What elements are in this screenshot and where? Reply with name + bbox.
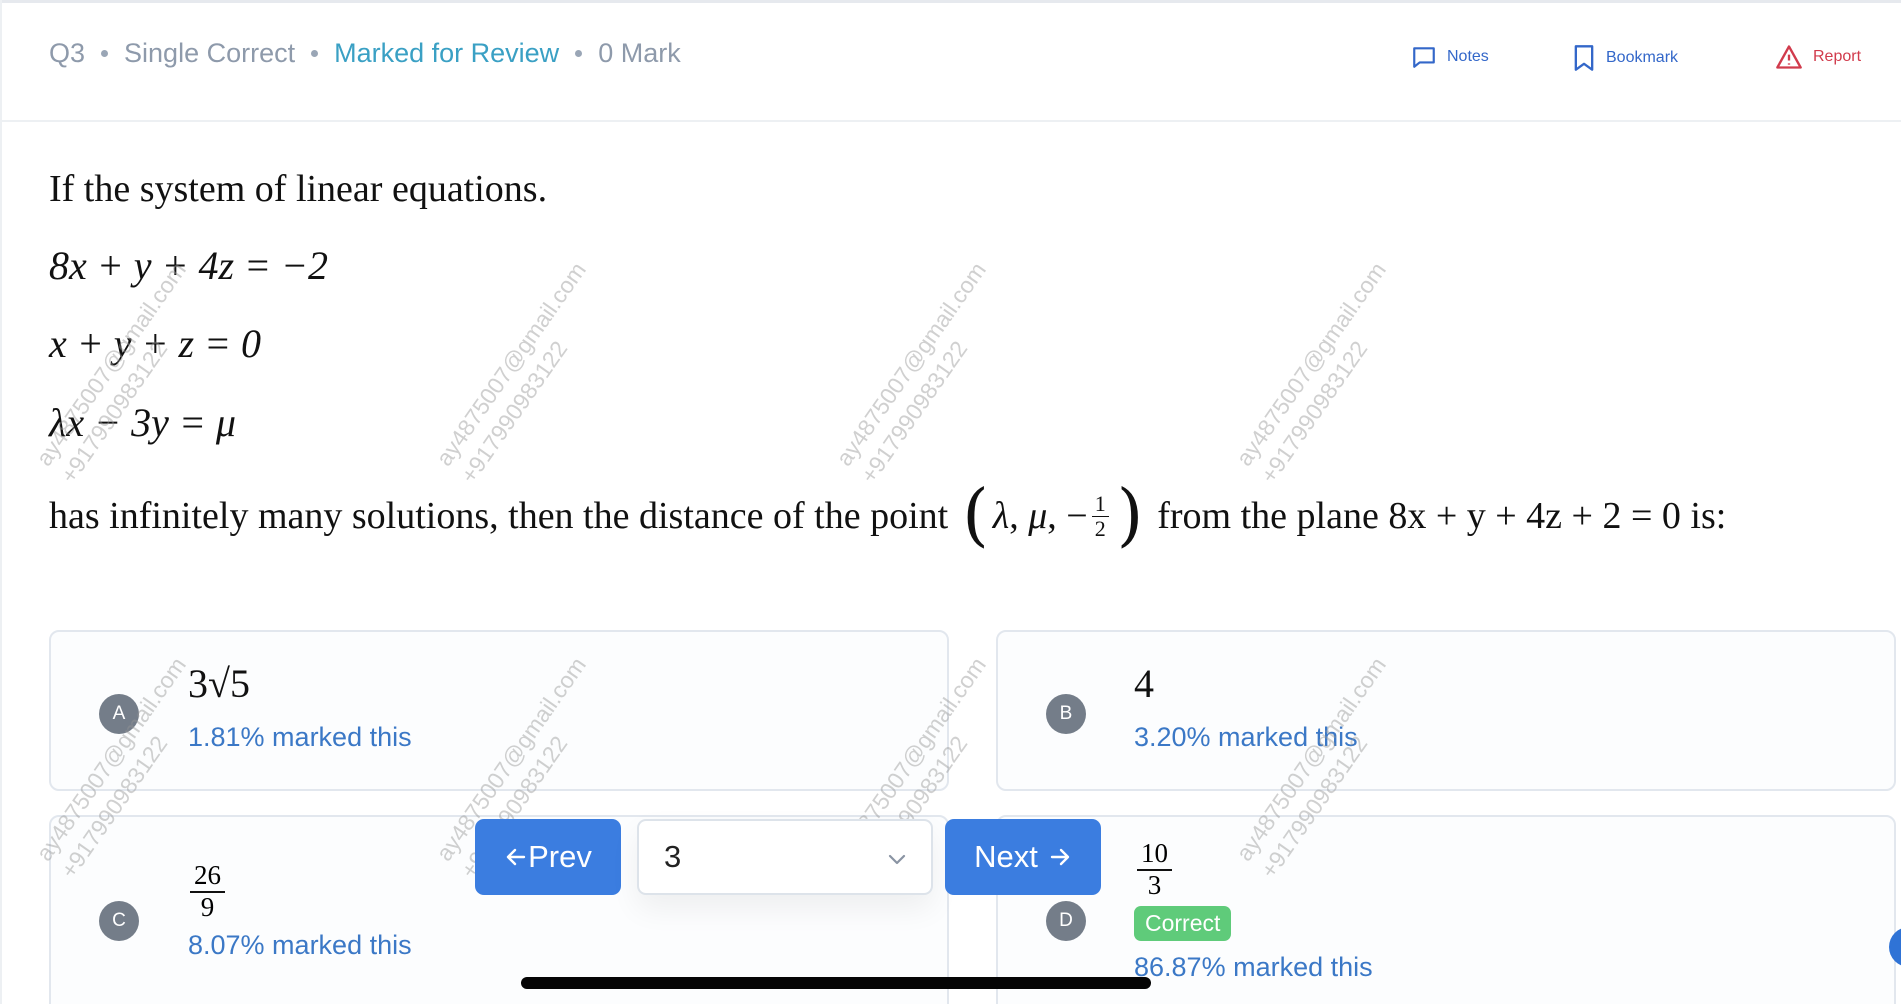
review-status: Marked for Review: [334, 38, 560, 68]
point-mu: μ: [1028, 495, 1048, 537]
option-b-value: 4: [1134, 661, 1154, 706]
question-header: Q3 Single Correct Marked for Review 0 Ma…: [0, 0, 1901, 122]
option-a-badge: A: [99, 694, 139, 734]
option-a-value: 3√5: [188, 661, 250, 706]
separator-dot: [575, 50, 583, 57]
question-type: Single Correct: [124, 38, 296, 68]
option-d-value: 10 3: [1137, 838, 1172, 900]
option-a-card[interactable]: A 3√5 1.81% marked this: [49, 630, 949, 791]
option-c-stat: 8.07% marked this: [188, 930, 412, 960]
separator-dot: [311, 50, 319, 57]
option-b-card[interactable]: B 4 3.20% marked this: [996, 630, 1896, 791]
bookmark-label: Bookmark: [1606, 49, 1679, 66]
fraction-denominator: 2: [1094, 515, 1106, 541]
statement-part-2: from the plane 8x + y + 4z + 2 = 0 is:: [1157, 495, 1727, 537]
point-fraction: 1 2: [1091, 492, 1109, 541]
notes-label: Notes: [1447, 48, 1489, 65]
watermark: ay4875007@gmail.com +917990983122: [430, 257, 591, 488]
home-indicator: [521, 977, 1151, 989]
watermark: ay4875007@gmail.com +917990983122: [30, 257, 191, 488]
watermark: ay4875007@gmail.com +917990983122: [830, 257, 991, 488]
next-label: Next: [974, 839, 1038, 874]
option-d-card[interactable]: D 10 3 Correct 86.87% marked this: [996, 815, 1896, 1004]
report-label: Report: [1813, 48, 1862, 65]
question-statement: has infinitely many solutions, then the …: [49, 476, 1727, 555]
point-negative-sign: −: [1066, 495, 1088, 537]
bookmark-icon: [1574, 45, 1594, 71]
equation-2: x + y + z = 0: [49, 321, 262, 366]
warning-triangle-icon: [1776, 45, 1802, 69]
fraction-numerator: 1: [1091, 492, 1109, 517]
chevron-down-icon: [888, 854, 906, 865]
question-meta: Q3 Single Correct Marked for Review 0 Ma…: [49, 38, 681, 69]
option-c-value: 26 9: [190, 860, 225, 922]
chat-bubble-icon: [1413, 47, 1435, 68]
separator-dot: [101, 50, 109, 57]
option-d-denominator: 3: [1147, 869, 1162, 900]
option-d-numerator: 10: [1137, 838, 1172, 871]
statement-part-1: has infinitely many solutions, then the …: [49, 495, 949, 537]
option-d-stat: 86.87% marked this: [1134, 952, 1373, 982]
option-d-badge: D: [1046, 901, 1086, 941]
left-border: [0, 0, 2, 1004]
option-b-badge: B: [1046, 694, 1086, 734]
close-paren: ): [1116, 476, 1144, 555]
option-c-denominator: 9: [200, 891, 215, 922]
option-c-badge: C: [99, 901, 139, 941]
equation-1: 8x + y + 4z = −2: [49, 243, 329, 288]
question-number: Q3: [49, 38, 86, 68]
question-intro: If the system of linear equations.: [49, 168, 548, 210]
prev-button[interactable]: Prev: [475, 819, 621, 895]
question-select[interactable]: 3: [637, 819, 933, 895]
correct-badge: Correct: [1134, 906, 1232, 941]
question-select-value: 3: [664, 839, 682, 874]
option-a-stat: 1.81% marked this: [188, 722, 412, 752]
option-b-stat: 3.20% marked this: [1134, 722, 1358, 752]
marks-label: 0 Mark: [598, 38, 681, 68]
arrow-left-icon: [506, 848, 526, 866]
arrow-right-icon: [1050, 848, 1070, 866]
open-paren: (: [962, 476, 989, 555]
prev-label: Prev: [528, 839, 592, 874]
point-lambda: λ: [992, 495, 1010, 537]
equation-3: λx − 3y = μ: [49, 400, 236, 445]
notes-button[interactable]: Notes: [1411, 44, 1489, 70]
report-button[interactable]: Report: [1775, 44, 1861, 70]
watermark: ay4875007@gmail.com +917990983122: [1230, 257, 1391, 488]
option-c-numerator: 26: [190, 860, 225, 893]
bookmark-button[interactable]: Bookmark: [1572, 44, 1678, 72]
next-button[interactable]: Next: [945, 819, 1101, 895]
